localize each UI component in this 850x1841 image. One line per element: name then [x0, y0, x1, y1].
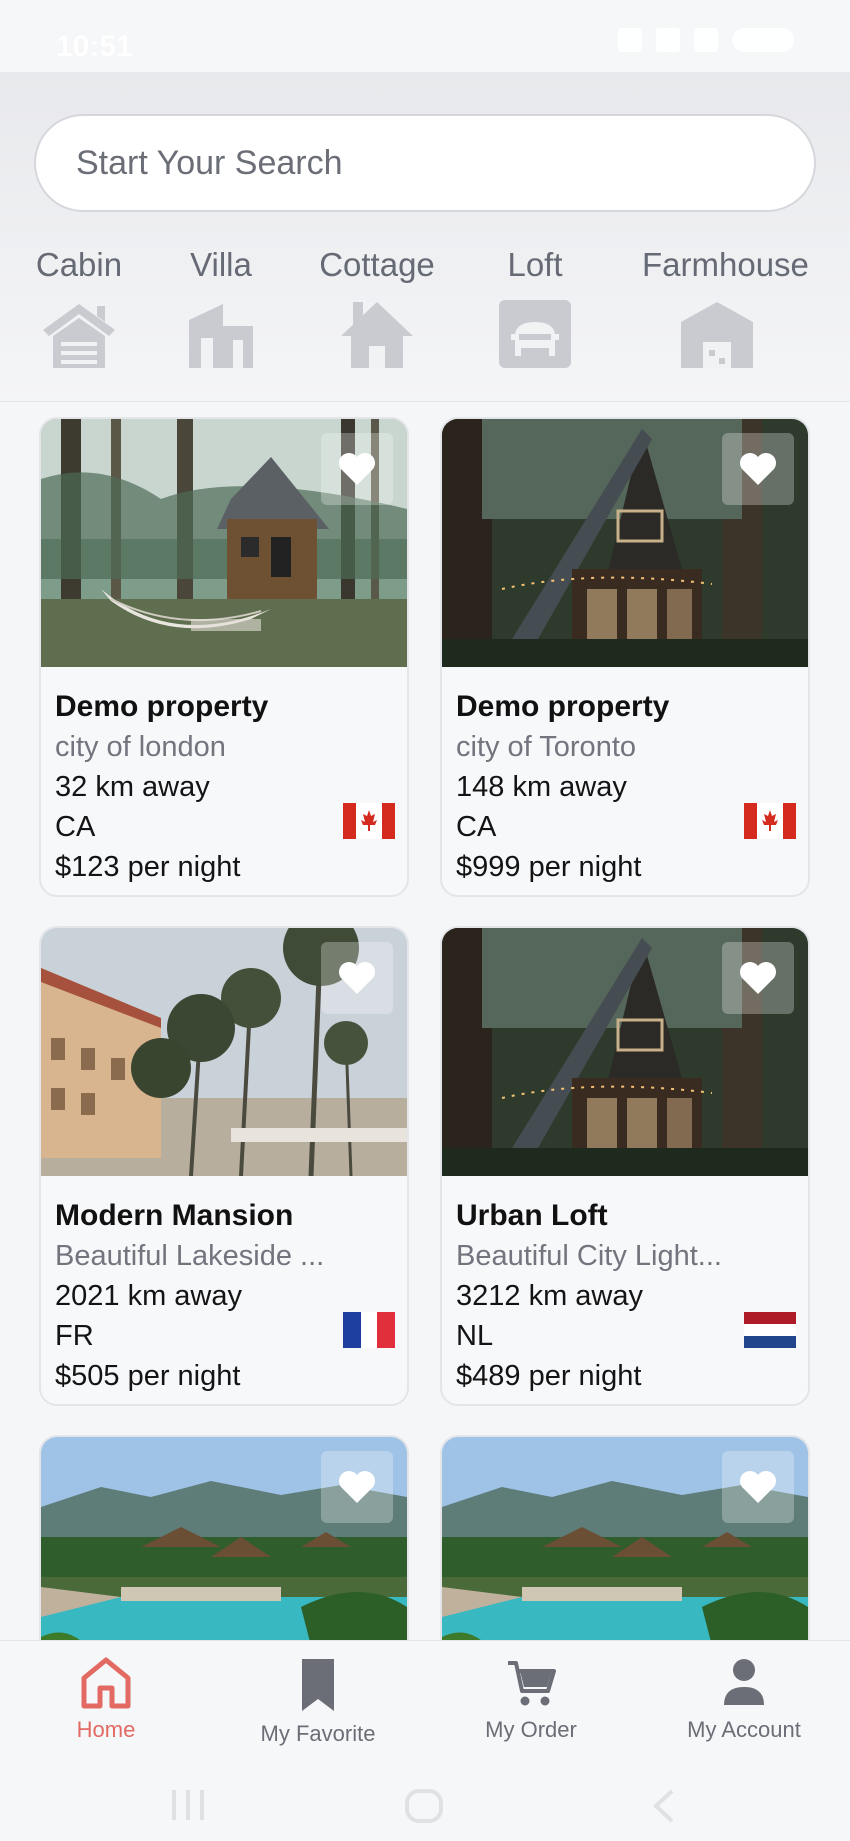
- listing-title: Modern Mansion: [55, 1199, 294, 1232]
- listing-price: $999 per night: [456, 851, 642, 883]
- back-chevron-icon: [653, 1789, 674, 1823]
- bookmark-icon: [302, 1659, 334, 1711]
- listing-price: $489 per night: [456, 1360, 642, 1392]
- loft-icon: [499, 300, 571, 368]
- favorite-button[interactable]: [722, 1451, 794, 1523]
- category-villa[interactable]: Villa: [146, 242, 296, 370]
- listing-price: $123 per night: [55, 851, 241, 883]
- listing-info: Demo property city of Toronto 148 km awa…: [456, 687, 796, 887]
- farmhouse-icon: [681, 302, 753, 368]
- category-bar: Cabin Villa Cottage Loft Farmhouse: [0, 242, 850, 382]
- home-system-button[interactable]: [404, 1788, 444, 1829]
- listing-subtitle: city of london: [55, 731, 226, 763]
- heart-icon: [339, 962, 375, 994]
- listing-subtitle: Beautiful City Light...: [456, 1240, 722, 1272]
- listing-title: Urban Loft: [456, 1199, 608, 1232]
- signal-icon: [694, 28, 718, 52]
- cart-icon: [508, 1661, 556, 1706]
- battery-icon: [732, 28, 794, 52]
- category-label: Cabin: [35, 246, 123, 283]
- favorite-button[interactable]: [321, 942, 393, 1014]
- category-cottage[interactable]: Cottage: [302, 242, 452, 370]
- canada-flag-icon: [744, 803, 796, 839]
- heart-icon: [740, 962, 776, 994]
- favorite-button[interactable]: [722, 433, 794, 505]
- nav-my-order[interactable]: My Order: [431, 1657, 631, 1743]
- listing-card[interactable]: Urban Loft Beautiful City Light... 3212 …: [440, 926, 810, 1406]
- heart-icon: [339, 453, 375, 485]
- search-bar[interactable]: [34, 114, 816, 212]
- favorite-button[interactable]: [321, 1451, 393, 1523]
- listing-photo: [442, 419, 808, 667]
- listing-info: Modern Mansion Beautiful Lakeside ... 20…: [55, 1196, 395, 1396]
- listing-info: Demo property city of london 32 km away …: [55, 687, 395, 887]
- netherlands-flag-icon: [744, 1312, 796, 1348]
- heart-icon: [339, 1471, 375, 1503]
- recent-apps-button[interactable]: [170, 1788, 206, 1827]
- category-farmhouse[interactable]: Farmhouse: [642, 242, 809, 370]
- nav-home[interactable]: Home: [6, 1657, 206, 1743]
- heart-icon: [740, 1471, 776, 1503]
- nav-label: My Favorite: [260, 1721, 376, 1746]
- nav-label: My Account: [687, 1717, 801, 1742]
- listing-distance: 3212 km away: [456, 1280, 643, 1312]
- france-flag-icon: [343, 1312, 395, 1348]
- back-button[interactable]: [650, 1788, 676, 1829]
- cabin-icon: [43, 304, 115, 368]
- home-circle-icon: [405, 1789, 443, 1823]
- status-time: 10:51: [56, 30, 133, 63]
- category-label: Loft: [507, 246, 563, 283]
- listing-card[interactable]: Demo property city of london 32 km away …: [39, 417, 409, 897]
- nav-label: Home: [76, 1717, 136, 1742]
- favorite-button[interactable]: [722, 942, 794, 1014]
- nav-my-account[interactable]: My Account: [644, 1657, 844, 1743]
- nav-label: My Order: [485, 1717, 577, 1742]
- mute-icon: [618, 28, 642, 52]
- listing-price: $505 per night: [55, 1360, 241, 1392]
- header: Cabin Villa: [0, 72, 850, 402]
- category-loft[interactable]: Loft: [460, 242, 610, 370]
- canada-flag-icon: [343, 803, 395, 839]
- listing-photo: [41, 419, 407, 667]
- recent-apps-icon: [172, 1790, 204, 1820]
- listing-photo: [41, 928, 407, 1176]
- heart-icon: [740, 453, 776, 485]
- listing-info: Urban Loft Beautiful City Light... 3212 …: [456, 1196, 796, 1396]
- listing-title: Demo property: [55, 690, 269, 723]
- villa-icon: [189, 304, 253, 368]
- listing-photo: [442, 928, 808, 1176]
- category-label: Cottage: [319, 246, 435, 283]
- favorite-button[interactable]: [321, 433, 393, 505]
- person-icon: [724, 1659, 764, 1705]
- app-screen: 10:51 Cabin: [0, 0, 850, 1841]
- listing-distance: 32 km away: [55, 771, 210, 803]
- category-cabin[interactable]: Cabin: [4, 242, 154, 370]
- status-bar: 10:51: [0, 0, 850, 72]
- cottage-icon: [341, 302, 413, 368]
- category-label: Farmhouse: [642, 246, 809, 283]
- search-input[interactable]: [76, 116, 776, 210]
- listing-subtitle: Beautiful Lakeside ...: [55, 1240, 325, 1272]
- listing-card[interactable]: Demo property city of Toronto 148 km awa…: [440, 417, 810, 897]
- system-nav-bar: [0, 1760, 850, 1841]
- listing-title: Demo property: [456, 690, 670, 723]
- wifi-icon: [656, 28, 680, 52]
- home-icon: [81, 1657, 131, 1709]
- listing-distance: 148 km away: [456, 771, 627, 803]
- category-label: Villa: [190, 246, 252, 283]
- listing-distance: 2021 km away: [55, 1280, 242, 1312]
- nav-my-favorite[interactable]: My Favorite: [218, 1657, 418, 1747]
- listing-subtitle: city of Toronto: [456, 731, 637, 763]
- status-icons: [618, 28, 794, 52]
- listing-card[interactable]: Modern Mansion Beautiful Lakeside ... 20…: [39, 926, 409, 1406]
